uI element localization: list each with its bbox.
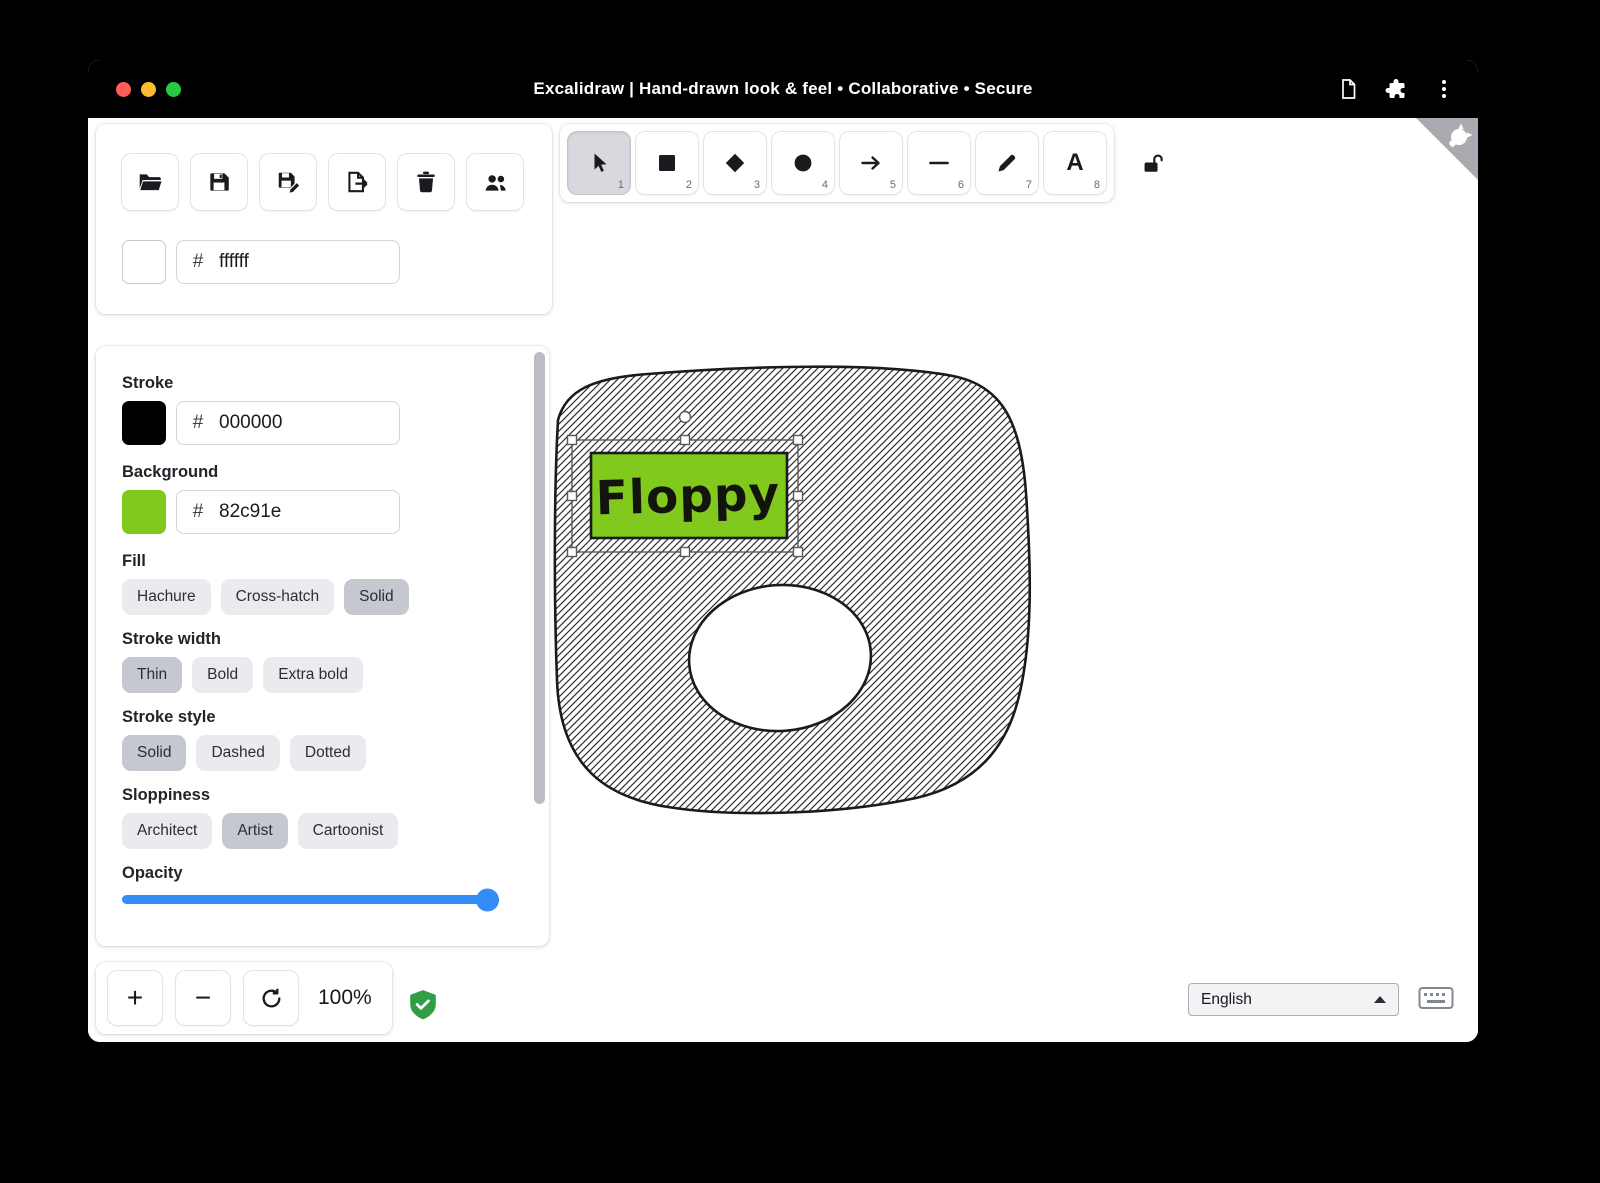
- stroke-style-dashed[interactable]: Dashed: [196, 735, 279, 771]
- resize-handle-ne[interactable]: [794, 436, 803, 445]
- caret-up-icon: [1374, 996, 1386, 1003]
- sloppiness-label: Sloppiness: [122, 786, 523, 805]
- window-title: Excalidraw | Hand-drawn look & feel • Co…: [533, 79, 1032, 99]
- tool-text[interactable]: A 8: [1044, 132, 1106, 194]
- sloppiness-cartoonist[interactable]: Cartoonist: [298, 813, 399, 849]
- stroke-width-section: Stroke width Thin Bold Extra bold: [122, 630, 523, 693]
- background-color-swatch[interactable]: [122, 490, 166, 534]
- encryption-shield-icon[interactable]: [408, 989, 438, 1026]
- save-button[interactable]: [191, 154, 247, 210]
- resize-handle-se[interactable]: [794, 548, 803, 557]
- rotate-handle[interactable]: [680, 412, 691, 423]
- delete-button[interactable]: [398, 154, 454, 210]
- stroke-style-label: Stroke style: [122, 708, 523, 727]
- stroke-color-swatch[interactable]: [122, 401, 166, 445]
- zoom-reset-button[interactable]: [244, 971, 298, 1025]
- stroke-width-extra-bold[interactable]: Extra bold: [263, 657, 363, 693]
- fill-option-solid[interactable]: Solid: [344, 579, 408, 615]
- zoom-level: 100%: [318, 986, 372, 1010]
- keyboard-shortcuts-icon[interactable]: [1418, 985, 1454, 1016]
- text-tool-glyph: A: [1066, 149, 1083, 177]
- tool-rectangle[interactable]: 2: [636, 132, 698, 194]
- stroke-style-dotted[interactable]: Dotted: [290, 735, 366, 771]
- fill-section: Fill Hachure Cross-hatch Solid: [122, 552, 523, 615]
- background-section: Background #: [122, 463, 523, 534]
- close-window-button[interactable]: [116, 82, 131, 97]
- kebab-menu-icon[interactable]: [1432, 77, 1456, 101]
- opacity-label: Opacity: [122, 864, 523, 883]
- resize-handle-n[interactable]: [681, 436, 690, 445]
- tool-draw[interactable]: 7: [976, 132, 1038, 194]
- stroke-hex-input[interactable]: [219, 412, 387, 434]
- stroke-width-bold[interactable]: Bold: [192, 657, 253, 693]
- zoom-in-button[interactable]: +: [108, 971, 162, 1025]
- open-file-button[interactable]: [122, 154, 178, 210]
- sloppiness-section: Sloppiness Architect Artist Cartoonist: [122, 786, 523, 849]
- canvas-background-row: #: [122, 240, 552, 284]
- tool-diamond[interactable]: 3: [704, 132, 766, 194]
- zoom-out-button[interactable]: −: [176, 971, 230, 1025]
- zoom-window-button[interactable]: [166, 82, 181, 97]
- hash-prefix: #: [177, 251, 219, 273]
- opacity-slider-thumb[interactable]: [476, 888, 499, 911]
- collaborators-button[interactable]: [467, 154, 523, 210]
- floppy-label-text[interactable]: Floppy: [595, 467, 781, 527]
- minimize-window-button[interactable]: [141, 82, 156, 97]
- zoom-island: + − 100%: [96, 962, 392, 1034]
- background-hex-group: #: [176, 490, 400, 534]
- sloppiness-artist[interactable]: Artist: [222, 813, 287, 849]
- canvas-background-swatch[interactable]: [122, 240, 166, 284]
- panel-scrollbar[interactable]: [534, 352, 545, 804]
- resize-handle-nw[interactable]: [568, 436, 577, 445]
- canvas[interactable]: Floppy: [88, 118, 1478, 1042]
- browser-window: Excalidraw | Hand-drawn look & feel • Co…: [88, 60, 1478, 1042]
- lock-tool-button[interactable]: [1131, 142, 1175, 186]
- language-select[interactable]: English: [1188, 983, 1399, 1016]
- stroke-style-section: Stroke style Solid Dashed Dotted: [122, 708, 523, 771]
- resize-handle-s[interactable]: [681, 548, 690, 557]
- extensions-puzzle-icon[interactable]: [1384, 77, 1408, 101]
- file-toolbar-island: #: [96, 124, 552, 314]
- tool-line[interactable]: 6: [908, 132, 970, 194]
- fill-option-hachure[interactable]: Hachure: [122, 579, 211, 615]
- shape-toolbar-island: 1 2 3 4 5 6 7: [560, 124, 1114, 202]
- github-corner[interactable]: [1416, 118, 1478, 180]
- titlebar-actions: [1336, 60, 1456, 118]
- stroke-hex-group: #: [176, 401, 400, 445]
- opacity-section: Opacity: [122, 864, 523, 904]
- properties-panel: Stroke # Background #: [96, 346, 549, 946]
- stroke-style-solid[interactable]: Solid: [122, 735, 186, 771]
- canvas-background-hex-input[interactable]: [219, 251, 387, 273]
- opacity-slider[interactable]: [122, 895, 496, 904]
- stroke-width-thin[interactable]: Thin: [122, 657, 182, 693]
- titlebar: Excalidraw | Hand-drawn look & feel • Co…: [88, 60, 1478, 118]
- fill-option-cross-hatch[interactable]: Cross-hatch: [221, 579, 335, 615]
- resize-handle-e[interactable]: [794, 492, 803, 501]
- export-button[interactable]: [329, 154, 385, 210]
- traffic-lights: [116, 82, 181, 97]
- page-icon[interactable]: [1336, 77, 1360, 101]
- background-hex-input[interactable]: [219, 501, 387, 523]
- sloppiness-architect[interactable]: Architect: [122, 813, 212, 849]
- tool-selection[interactable]: 1: [568, 132, 630, 194]
- stroke-width-label: Stroke width: [122, 630, 523, 649]
- hash-prefix: #: [177, 412, 219, 434]
- language-select-value: English: [1201, 991, 1252, 1009]
- background-label: Background: [122, 463, 523, 482]
- hash-prefix: #: [177, 501, 219, 523]
- canvas-background-hex-group: #: [176, 240, 400, 284]
- resize-handle-sw[interactable]: [568, 548, 577, 557]
- tool-ellipse[interactable]: 4: [772, 132, 834, 194]
- tool-arrow[interactable]: 5: [840, 132, 902, 194]
- stroke-label: Stroke: [122, 374, 523, 393]
- resize-handle-w[interactable]: [568, 492, 577, 501]
- save-as-button[interactable]: [260, 154, 316, 210]
- stroke-section: Stroke #: [122, 374, 523, 445]
- fill-label: Fill: [122, 552, 523, 571]
